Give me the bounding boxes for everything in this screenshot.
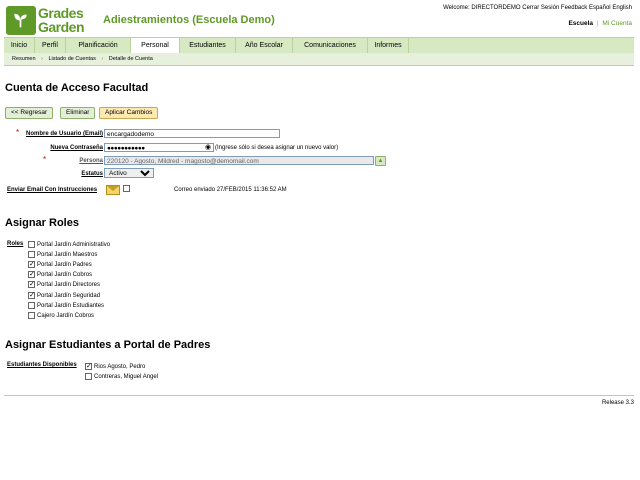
roles-section-title: Asignar Roles <box>5 217 79 229</box>
sprout-icon <box>6 6 36 35</box>
show-password-icon[interactable]: ◉ <box>205 143 211 151</box>
student-checkbox[interactable] <box>85 373 92 380</box>
expand-up-icon[interactable]: ▲ <box>375 156 386 166</box>
logout-link[interactable]: Cerrar Sesión <box>522 5 559 11</box>
student-label: Contreras, Miguel Angel <box>94 374 159 380</box>
send-email-label: Enviar Email Con Instrucciones <box>7 187 98 193</box>
tab-planificacion[interactable]: Planificación <box>66 38 131 53</box>
role-checkbox[interactable] <box>28 301 35 309</box>
apply-changes-button[interactable]: Aplicar Cambios <box>99 107 159 119</box>
password-input[interactable]: ●●●●●●●●●●● <box>104 143 214 152</box>
status-label: Estatus <box>81 171 103 177</box>
breadcrumb-detalle: Detalle de Cuenta <box>108 56 153 62</box>
tab-estudiantes[interactable]: Estudiantes <box>180 38 236 53</box>
roles-label: Roles <box>7 241 24 247</box>
send-email-checkbox[interactable] <box>123 185 130 192</box>
breadcrumb: Resumen › Listado de Cuentas › Detalle d… <box>4 53 634 66</box>
username-label: Nombre de Usuario (Email) <box>25 131 103 137</box>
role-label: Portal Jardín Estudiantes <box>37 302 105 309</box>
welcome-text: Welcome: DIRECTORDEMO <box>443 5 521 11</box>
role-label: Portal Jardín Maestros <box>37 252 98 259</box>
tab-inicio[interactable]: Inicio <box>4 38 35 53</box>
app-logo: Grades Garden <box>6 6 94 36</box>
context-separator: | <box>596 20 599 27</box>
status-select[interactable]: Activo <box>104 168 154 178</box>
breadcrumb-arrow-icon: › <box>101 56 104 62</box>
main-tabs: Inicio Perfil Planificación Personal Est… <box>4 37 634 55</box>
role-checkbox[interactable]: ✓ <box>28 271 35 279</box>
role-checkbox[interactable] <box>28 241 35 248</box>
delete-button[interactable]: Eliminar <box>60 107 96 119</box>
role-label: Portal Jardín Padres <box>37 262 92 269</box>
back-button[interactable]: << Regresar <box>5 107 54 119</box>
spanish-link[interactable]: Español <box>589 5 611 11</box>
role-checkbox[interactable]: ✓ <box>28 281 35 289</box>
breadcrumb-resumen[interactable]: Resumen <box>12 56 36 62</box>
password-label: Nueva Contraseña <box>50 145 103 151</box>
top-links: Welcome: DIRECTORDEMO Cerrar Sesión Feed… <box>439 5 632 11</box>
role-checkbox[interactable]: ✓ <box>28 291 35 299</box>
person-field: 220120 - Agosto, Mildred - magosto@demom… <box>104 156 374 165</box>
password-hint: (Ingrese sólo si desea asignar un nuevo … <box>215 145 339 151</box>
tab-perfil[interactable]: Perfil <box>35 38 66 53</box>
logo-line2: Garden <box>38 19 85 35</box>
tab-informes[interactable]: Informes <box>368 38 409 53</box>
role-checkbox[interactable]: ✓ <box>28 261 35 269</box>
english-link[interactable]: English <box>612 5 632 11</box>
breadcrumb-arrow-icon: › <box>41 56 43 62</box>
logo-wordmark: Grades Garden <box>38 5 85 35</box>
context-switcher: Escuela | Mi Cuenta <box>568 20 632 27</box>
email-sent-text: Correo enviado 27/FEB/2015 11:36:52 AM <box>174 187 287 193</box>
school-link[interactable]: Escuela <box>568 20 593 27</box>
students-label: Estudiantes Disponibles <box>7 362 77 368</box>
tab-comunicaciones[interactable]: Comunicaciones <box>293 38 368 53</box>
envelope-icon[interactable] <box>106 185 120 195</box>
username-input[interactable]: encargadodemo <box>104 129 280 138</box>
person-label: Persona <box>79 158 103 164</box>
role-label: Portal Jardín Cobros <box>37 272 93 279</box>
page-title: Cuenta de Acceso Facultad <box>5 82 149 94</box>
role-checkbox[interactable] <box>28 311 35 319</box>
breadcrumb-listado[interactable]: Listado de Cuentas <box>48 56 95 62</box>
student-label: Rios Agosto, Pedro <box>94 364 146 370</box>
role-label: Portal Jardín Seguridad <box>37 292 101 299</box>
role-checkbox[interactable] <box>28 251 35 259</box>
student-checkbox[interactable]: ✓ <box>85 363 92 370</box>
logo-line1: Grades <box>38 5 84 21</box>
footer-divider <box>4 395 634 396</box>
feedback-link[interactable]: Feedback <box>561 5 587 11</box>
release-text: Release 3.3 <box>601 400 634 406</box>
role-label: Cajero Jardín Cobros <box>37 312 95 319</box>
tab-ano-escolar[interactable]: Año Escolar <box>236 38 293 53</box>
app-title: Adiestramientos (Escuela Demo) <box>103 14 275 26</box>
my-account-link[interactable]: Mi Cuenta <box>602 20 632 27</box>
role-label: Portal Jardín Directores <box>37 282 101 289</box>
role-label: Portal Jardín Administrativo <box>37 242 111 248</box>
students-section-title: Asignar Estudiantes a Portal de Padres <box>5 339 211 351</box>
